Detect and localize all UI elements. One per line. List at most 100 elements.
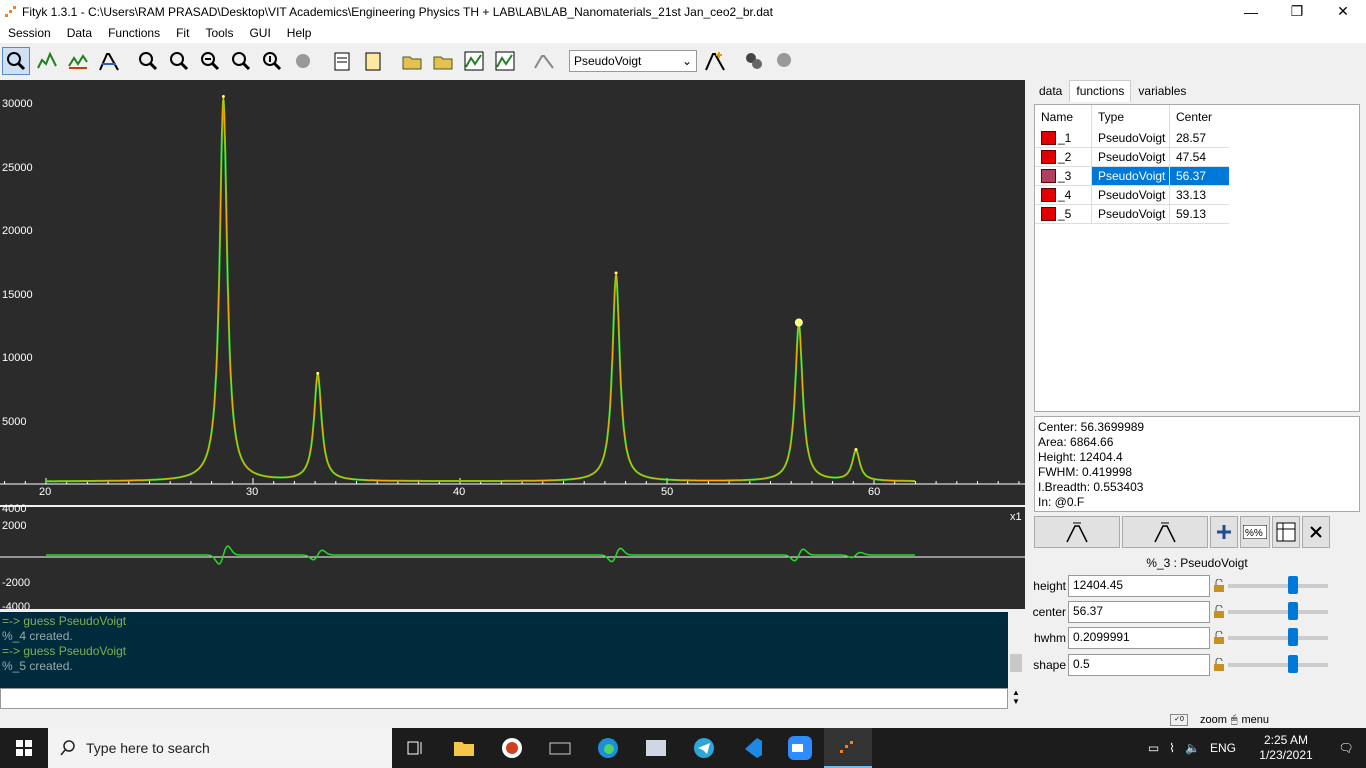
slider-thumb[interactable]: [1288, 628, 1298, 646]
media-app-button[interactable]: [488, 728, 536, 768]
add-peak-mode-button[interactable]: [95, 47, 123, 75]
open-data-button[interactable]: [398, 47, 426, 75]
param-value-input[interactable]: 0.2099991: [1068, 627, 1210, 649]
column-header-type[interactable]: Type: [1091, 105, 1169, 129]
data-view-button[interactable]: [460, 47, 488, 75]
fityk-app-button[interactable]: [824, 728, 872, 768]
zoom-mode-button[interactable]: [2, 47, 30, 75]
maximize-button[interactable]: ❐: [1274, 0, 1320, 23]
task-view-button[interactable]: [392, 728, 440, 768]
shape-peak-button[interactable]: [1122, 516, 1208, 548]
color-swatch[interactable]: [1041, 169, 1056, 183]
zoom-fit-button[interactable]: [258, 47, 286, 75]
tab-variables[interactable]: variables: [1131, 80, 1193, 102]
color-swatch[interactable]: [1041, 207, 1056, 221]
add-function-button[interactable]: [701, 47, 729, 75]
value-format-button[interactable]: %%: [1240, 516, 1270, 548]
column-header-center[interactable]: Center: [1169, 105, 1229, 129]
peak-button[interactable]: [1034, 516, 1120, 548]
table-row[interactable]: _2 PseudoVoigt 47.54: [1035, 148, 1359, 167]
residual-plot[interactable]: 4000 2000 -2000 -4000 x1: [0, 503, 1025, 613]
notifications-icon[interactable]: 🗨: [1326, 741, 1366, 755]
battery-icon[interactable]: ▭: [1148, 741, 1159, 755]
main-plot-canvas[interactable]: [0, 80, 1025, 505]
start-button[interactable]: [0, 728, 48, 768]
lock-icon[interactable]: [1212, 631, 1226, 645]
console-scrollbar[interactable]: [1008, 612, 1024, 688]
zoom-all-button[interactable]: [134, 47, 162, 75]
param-value-input[interactable]: 12404.45: [1068, 575, 1210, 597]
lock-icon[interactable]: [1212, 605, 1226, 619]
edge-browser-button[interactable]: [584, 728, 632, 768]
param-value-input[interactable]: 56.37: [1068, 601, 1210, 623]
residual-plot-canvas[interactable]: [0, 507, 1025, 609]
menu-fit[interactable]: Fit: [168, 26, 197, 40]
calculator-app-button[interactable]: [536, 728, 584, 768]
lock-icon[interactable]: [1212, 579, 1226, 593]
tab-functions[interactable]: functions: [1069, 80, 1132, 102]
command-input[interactable]: [0, 688, 1008, 709]
guess-peak-button[interactable]: [530, 47, 558, 75]
param-slider[interactable]: [1228, 584, 1328, 588]
color-swatch[interactable]: [1041, 188, 1056, 202]
input-spinner[interactable]: ▲ ▼: [1008, 688, 1024, 709]
param-slider[interactable]: [1228, 663, 1328, 667]
menu-functions[interactable]: Functions: [100, 26, 168, 40]
grid-edit-button[interactable]: [1272, 516, 1300, 548]
add-data-button[interactable]: [429, 47, 457, 75]
telegram-app-button[interactable]: [680, 728, 728, 768]
close-window-button[interactable]: ✕: [1320, 0, 1366, 23]
tab-data[interactable]: data: [1032, 80, 1069, 102]
color-swatch[interactable]: [1041, 150, 1056, 164]
menu-tools[interactable]: Tools: [197, 26, 241, 40]
range-mode-button[interactable]: [33, 47, 61, 75]
network-icon[interactable]: ⌇: [1169, 741, 1175, 755]
table-row[interactable]: _5 PseudoVoigt 59.13: [1035, 205, 1359, 224]
peak-marker[interactable]: [854, 448, 858, 452]
script-button[interactable]: [359, 47, 387, 75]
language-indicator[interactable]: ENG: [1210, 741, 1236, 755]
menu-help[interactable]: Help: [279, 26, 320, 40]
photos-app-button[interactable]: [632, 728, 680, 768]
slider-thumb[interactable]: [1288, 655, 1298, 673]
run-fit-button[interactable]: [740, 47, 768, 75]
lock-icon[interactable]: [1212, 658, 1226, 672]
column-header-name[interactable]: Name: [1035, 105, 1091, 129]
edit-data-button[interactable]: [328, 47, 356, 75]
main-plot[interactable]: 30000 25000 20000 15000 10000 5000 20 30…: [0, 80, 1025, 505]
function-type-select[interactable]: PseudoVoigt ⌄: [569, 50, 697, 72]
table-row[interactable]: _1 PseudoVoigt 28.57: [1035, 129, 1359, 148]
peak-marker[interactable]: [316, 371, 320, 375]
fit-continue-button[interactable]: [771, 47, 799, 75]
delete-function-button[interactable]: [1302, 516, 1330, 548]
slider-thumb[interactable]: [1288, 576, 1298, 594]
export-button[interactable]: [491, 47, 519, 75]
color-swatch[interactable]: [1041, 131, 1056, 145]
file-explorer-button[interactable]: [440, 728, 488, 768]
add-button[interactable]: [1210, 516, 1238, 548]
menu-gui[interactable]: GUI: [241, 26, 278, 40]
peak-marker[interactable]: [794, 318, 803, 327]
auto-zoom-button[interactable]: [289, 47, 317, 75]
baseline-mode-button[interactable]: [64, 47, 92, 75]
clock[interactable]: 2:25 AM 1/23/2021: [1246, 733, 1326, 763]
menu-data[interactable]: Data: [59, 26, 100, 40]
minimize-button[interactable]: —: [1228, 0, 1274, 23]
slider-thumb[interactable]: [1288, 602, 1298, 620]
volume-icon[interactable]: 🔈: [1185, 741, 1200, 755]
table-row[interactable]: _4 PseudoVoigt 33.13: [1035, 186, 1359, 205]
vscode-app-button[interactable]: [728, 728, 776, 768]
table-row-selected[interactable]: _3 PseudoVoigt 56.37: [1035, 167, 1359, 186]
scrollbar-thumb[interactable]: [1010, 654, 1022, 672]
param-slider[interactable]: [1228, 610, 1328, 614]
taskbar-search[interactable]: Type here to search: [48, 728, 392, 768]
zoom-app-button[interactable]: [776, 728, 824, 768]
status-icon[interactable]: ✓0: [1170, 714, 1188, 726]
menu-session[interactable]: Session: [0, 26, 59, 40]
param-slider[interactable]: [1228, 636, 1328, 640]
peak-marker[interactable]: [221, 94, 225, 98]
zoom-prev-button[interactable]: [227, 47, 255, 75]
zoom-out-button[interactable]: [196, 47, 224, 75]
zoom-vertical-button[interactable]: [165, 47, 193, 75]
param-value-input[interactable]: 0.5: [1068, 654, 1210, 676]
